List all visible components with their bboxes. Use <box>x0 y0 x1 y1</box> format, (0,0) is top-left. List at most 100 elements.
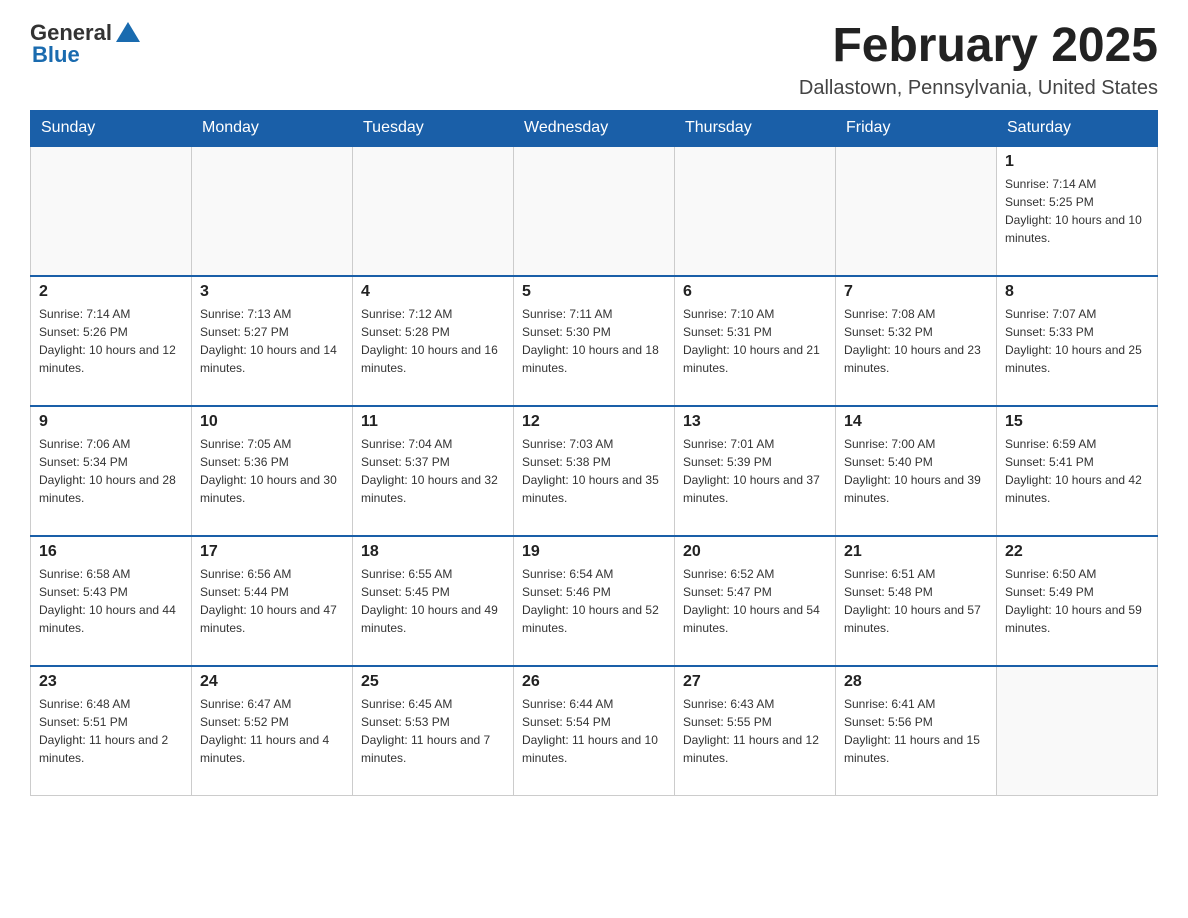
day-info: Sunrise: 7:14 AM Sunset: 5:26 PM Dayligh… <box>39 305 183 377</box>
weekday-header-row: SundayMondayTuesdayWednesdayThursdayFrid… <box>31 110 1158 146</box>
calendar-cell: 6 Sunrise: 7:10 AM Sunset: 5:31 PM Daylig… <box>675 276 836 406</box>
day-number: 14 <box>844 413 988 431</box>
logo-blue-text: Blue <box>32 42 80 68</box>
day-info: Sunrise: 6:45 AM Sunset: 5:53 PM Dayligh… <box>361 695 505 767</box>
day-number: 4 <box>361 283 505 301</box>
day-number: 27 <box>683 673 827 691</box>
day-info: Sunrise: 7:13 AM Sunset: 5:27 PM Dayligh… <box>200 305 344 377</box>
day-number: 15 <box>1005 413 1149 431</box>
day-number: 18 <box>361 543 505 561</box>
day-number: 17 <box>200 543 344 561</box>
calendar-cell: 15 Sunrise: 6:59 AM Sunset: 5:41 PM Dayli… <box>997 406 1158 536</box>
day-info: Sunrise: 6:47 AM Sunset: 5:52 PM Dayligh… <box>200 695 344 767</box>
day-info: Sunrise: 7:14 AM Sunset: 5:25 PM Dayligh… <box>1005 175 1149 247</box>
logo: General Blue <box>30 20 140 68</box>
calendar-cell <box>514 146 675 276</box>
day-number: 11 <box>361 413 505 431</box>
day-number: 2 <box>39 283 183 301</box>
calendar-cell: 9 Sunrise: 7:06 AM Sunset: 5:34 PM Daylig… <box>31 406 192 536</box>
day-info: Sunrise: 6:54 AM Sunset: 5:46 PM Dayligh… <box>522 565 666 637</box>
day-info: Sunrise: 6:43 AM Sunset: 5:55 PM Dayligh… <box>683 695 827 767</box>
calendar-week-4: 16Sunrise: 6:58 AM Sunset: 5:43 PM Dayli… <box>31 536 1158 666</box>
location-title: Dallastown, Pennsylvania, United States <box>799 77 1158 100</box>
day-info: Sunrise: 7:04 AM Sunset: 5:37 PM Dayligh… <box>361 435 505 507</box>
day-info: Sunrise: 6:58 AM Sunset: 5:43 PM Dayligh… <box>39 565 183 637</box>
weekday-header-wednesday: Wednesday <box>514 110 675 146</box>
day-number: 7 <box>844 283 988 301</box>
day-number: 20 <box>683 543 827 561</box>
day-info: Sunrise: 7:08 AM Sunset: 5:32 PM Dayligh… <box>844 305 988 377</box>
calendar-cell: 7 Sunrise: 7:08 AM Sunset: 5:32 PM Daylig… <box>836 276 997 406</box>
calendar-table: SundayMondayTuesdayWednesdayThursdayFrid… <box>30 110 1158 797</box>
calendar-cell <box>836 146 997 276</box>
calendar-cell: 8 Sunrise: 7:07 AM Sunset: 5:33 PM Daylig… <box>997 276 1158 406</box>
calendar-cell: 25 Sunrise: 6:45 AM Sunset: 5:53 PM Dayli… <box>353 666 514 796</box>
day-info: Sunrise: 7:03 AM Sunset: 5:38 PM Dayligh… <box>522 435 666 507</box>
day-number: 28 <box>844 673 988 691</box>
calendar-cell: 27 Sunrise: 6:43 AM Sunset: 5:55 PM Dayli… <box>675 666 836 796</box>
day-number: 21 <box>844 543 988 561</box>
calendar-cell: 22 Sunrise: 6:50 AM Sunset: 5:49 PM Dayli… <box>997 536 1158 666</box>
day-info: Sunrise: 6:44 AM Sunset: 5:54 PM Dayligh… <box>522 695 666 767</box>
day-number: 10 <box>200 413 344 431</box>
day-number: 1 <box>1005 153 1149 171</box>
day-info: Sunrise: 7:01 AM Sunset: 5:39 PM Dayligh… <box>683 435 827 507</box>
calendar-week-5: 23 Sunrise: 6:48 AM Sunset: 5:51 PM Dayli… <box>31 666 1158 796</box>
logo-triangle-icon <box>116 22 140 42</box>
calendar-cell: 24 Sunrise: 6:47 AM Sunset: 5:52 PM Dayli… <box>192 666 353 796</box>
calendar-cell: 20 Sunrise: 6:52 AM Sunset: 5:47 PM Dayli… <box>675 536 836 666</box>
calendar-cell: 17 Sunrise: 6:56 AM Sunset: 5:44 PM Dayli… <box>192 536 353 666</box>
calendar-cell <box>997 666 1158 796</box>
calendar-cell: 28Sunrise: 6:41 AM Sunset: 5:56 PM Dayli… <box>836 666 997 796</box>
calendar-cell: 12Sunrise: 7:03 AM Sunset: 5:38 PM Dayli… <box>514 406 675 536</box>
page-header: General Blue February 2025 Dallastown, P… <box>30 20 1158 100</box>
calendar-cell: 16Sunrise: 6:58 AM Sunset: 5:43 PM Dayli… <box>31 536 192 666</box>
day-info: Sunrise: 6:48 AM Sunset: 5:51 PM Dayligh… <box>39 695 183 767</box>
day-number: 26 <box>522 673 666 691</box>
day-number: 22 <box>1005 543 1149 561</box>
calendar-cell: 26 Sunrise: 6:44 AM Sunset: 5:54 PM Dayli… <box>514 666 675 796</box>
calendar-cell: 2 Sunrise: 7:14 AM Sunset: 5:26 PM Daylig… <box>31 276 192 406</box>
day-info: Sunrise: 7:05 AM Sunset: 5:36 PM Dayligh… <box>200 435 344 507</box>
calendar-cell: 13Sunrise: 7:01 AM Sunset: 5:39 PM Dayli… <box>675 406 836 536</box>
day-number: 23 <box>39 673 183 691</box>
day-info: Sunrise: 7:10 AM Sunset: 5:31 PM Dayligh… <box>683 305 827 377</box>
calendar-cell <box>353 146 514 276</box>
calendar-cell: 3Sunrise: 7:13 AM Sunset: 5:27 PM Daylig… <box>192 276 353 406</box>
calendar-cell <box>31 146 192 276</box>
weekday-header-thursday: Thursday <box>675 110 836 146</box>
weekday-header-friday: Friday <box>836 110 997 146</box>
calendar-cell: 21 Sunrise: 6:51 AM Sunset: 5:48 PM Dayli… <box>836 536 997 666</box>
calendar-cell: 1 Sunrise: 7:14 AM Sunset: 5:25 PM Daylig… <box>997 146 1158 276</box>
day-number: 8 <box>1005 283 1149 301</box>
day-info: Sunrise: 6:56 AM Sunset: 5:44 PM Dayligh… <box>200 565 344 637</box>
calendar-cell <box>675 146 836 276</box>
title-area: February 2025 Dallastown, Pennsylvania, … <box>799 20 1158 100</box>
day-number: 6 <box>683 283 827 301</box>
calendar-cell: 10 Sunrise: 7:05 AM Sunset: 5:36 PM Dayli… <box>192 406 353 536</box>
calendar-cell <box>192 146 353 276</box>
day-number: 19 <box>522 543 666 561</box>
calendar-cell: 5Sunrise: 7:11 AM Sunset: 5:30 PM Daylig… <box>514 276 675 406</box>
day-info: Sunrise: 6:52 AM Sunset: 5:47 PM Dayligh… <box>683 565 827 637</box>
calendar-cell: 19 Sunrise: 6:54 AM Sunset: 5:46 PM Dayli… <box>514 536 675 666</box>
calendar-cell: 18Sunrise: 6:55 AM Sunset: 5:45 PM Dayli… <box>353 536 514 666</box>
day-info: Sunrise: 6:50 AM Sunset: 5:49 PM Dayligh… <box>1005 565 1149 637</box>
day-info: Sunrise: 7:06 AM Sunset: 5:34 PM Dayligh… <box>39 435 183 507</box>
calendar-cell: 14Sunrise: 7:00 AM Sunset: 5:40 PM Dayli… <box>836 406 997 536</box>
calendar-week-2: 2 Sunrise: 7:14 AM Sunset: 5:26 PM Daylig… <box>31 276 1158 406</box>
day-number: 9 <box>39 413 183 431</box>
day-info: Sunrise: 7:07 AM Sunset: 5:33 PM Dayligh… <box>1005 305 1149 377</box>
weekday-header-tuesday: Tuesday <box>353 110 514 146</box>
day-number: 5 <box>522 283 666 301</box>
day-info: Sunrise: 6:59 AM Sunset: 5:41 PM Dayligh… <box>1005 435 1149 507</box>
day-number: 24 <box>200 673 344 691</box>
day-info: Sunrise: 6:51 AM Sunset: 5:48 PM Dayligh… <box>844 565 988 637</box>
calendar-cell: 4Sunrise: 7:12 AM Sunset: 5:28 PM Daylig… <box>353 276 514 406</box>
weekday-header-sunday: Sunday <box>31 110 192 146</box>
calendar-week-3: 9 Sunrise: 7:06 AM Sunset: 5:34 PM Daylig… <box>31 406 1158 536</box>
calendar-week-1: 1 Sunrise: 7:14 AM Sunset: 5:25 PM Daylig… <box>31 146 1158 276</box>
calendar-cell: 23 Sunrise: 6:48 AM Sunset: 5:51 PM Dayli… <box>31 666 192 796</box>
day-number: 25 <box>361 673 505 691</box>
weekday-header-saturday: Saturday <box>997 110 1158 146</box>
